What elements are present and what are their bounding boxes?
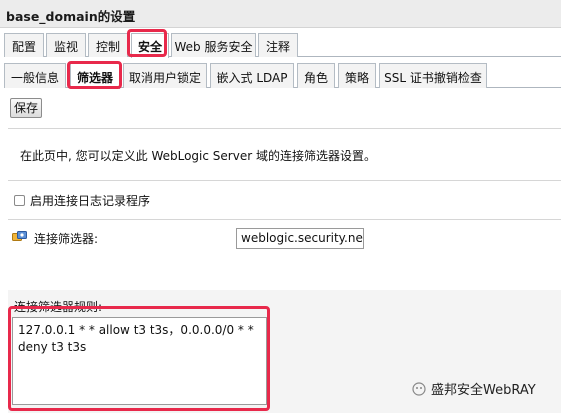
wechat-icon xyxy=(412,381,426,396)
connection-filter-label: 连接筛选器: xyxy=(34,232,99,246)
filter-rules-textarea[interactable]: 127.0.0.1 * * allow t3 t3s，0.0.0.0/0 * *… xyxy=(12,317,267,405)
tab-roles[interactable]: 角色 xyxy=(297,63,335,88)
watermark: 盛邦安全WebRAY xyxy=(412,379,536,398)
tab-security[interactable]: 安全 xyxy=(131,33,169,58)
logging-option: 启用连接日志记录程序 xyxy=(14,192,150,209)
page-description: 在此页中, 您可以定义此 WebLogic Server 域的连接筛选器设置。 xyxy=(20,149,376,163)
filter-rules-label: 连接筛选器规则: xyxy=(14,300,103,314)
tab-unlock-user[interactable]: 取消用户锁定 xyxy=(123,63,207,88)
filter-settings-icon xyxy=(12,230,28,244)
page-title: base_domain的设置 xyxy=(0,0,561,28)
enable-logging-label: 启用连接日志记录程序 xyxy=(30,194,151,208)
divider xyxy=(8,128,561,129)
tab-config[interactable]: 配置 xyxy=(4,33,44,57)
sub-tab-bar: 一般信息 筛选器 取消用户锁定 嵌入式 LDAP 角色 策略 SSL 证书撤销检… xyxy=(4,60,561,89)
tab-filters[interactable]: 筛选器 xyxy=(70,63,120,89)
divider xyxy=(8,180,561,181)
tab-general[interactable]: 一般信息 xyxy=(4,63,66,88)
tab-control[interactable]: 控制 xyxy=(88,33,128,57)
save-button[interactable]: 保存 xyxy=(10,98,42,118)
tab-web-service-security[interactable]: Web 服务安全 xyxy=(171,33,256,57)
tab-monitor[interactable]: 监视 xyxy=(46,33,86,57)
main-tab-bar: 配置 监视 控制 安全 Web 服务安全 注释 xyxy=(4,30,561,58)
connection-filter-input[interactable]: weblogic.security.net.ConnectionFilterIm… xyxy=(236,228,364,249)
connection-filter-row: 连接筛选器: weblogic.security.net.ConnectionF… xyxy=(12,228,561,258)
enable-logging-checkbox[interactable] xyxy=(14,195,25,206)
tab-embedded-ldap[interactable]: 嵌入式 LDAP xyxy=(210,63,294,88)
divider xyxy=(8,219,561,220)
tab-notes[interactable]: 注释 xyxy=(258,33,298,57)
tab-ssl-revocation-check[interactable]: SSL 证书撤销检查 xyxy=(379,63,487,88)
tab-policies[interactable]: 策略 xyxy=(338,63,376,88)
watermark-text: 盛邦安全WebRAY xyxy=(431,383,536,398)
